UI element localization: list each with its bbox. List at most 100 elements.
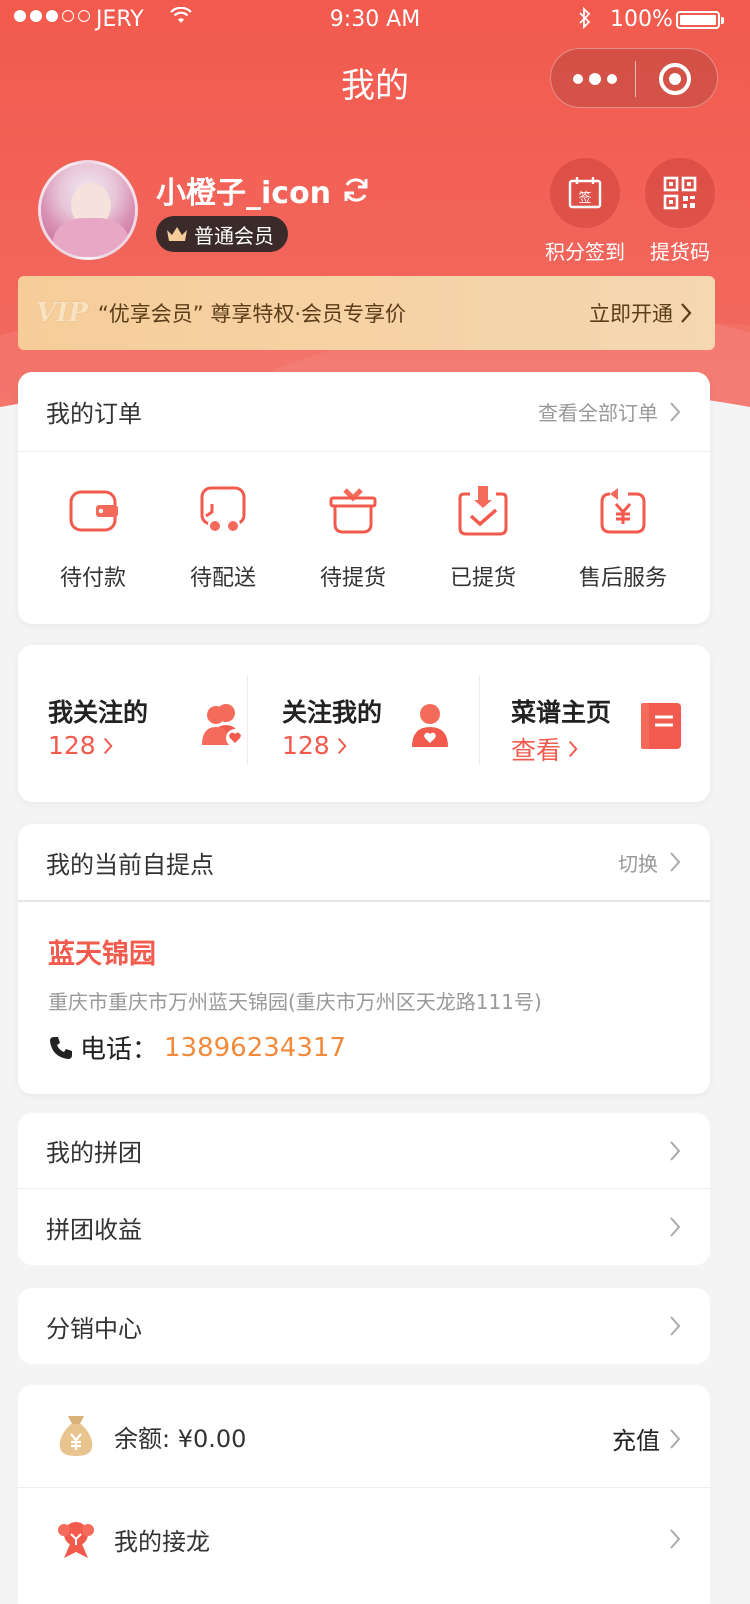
recharge-button[interactable]: 充值 [612, 1421, 682, 1456]
pickup-title: 我的当前自提点 [46, 850, 214, 879]
sign-in-button[interactable]: 签 积分签到 [545, 158, 625, 264]
relay-chevron [668, 1528, 682, 1550]
recipe-view-label: 查看 [511, 736, 562, 765]
money-bag-icon [59, 1416, 93, 1456]
profile-username-row: 小橙子_icon [156, 168, 371, 212]
bluetooth-icon [578, 6, 592, 36]
orders-header: 我的订单 查看全部订单 [18, 372, 710, 452]
vip-banner-text: “优享会员” 尊享特权·会员专享价 [97, 302, 406, 326]
view-all-orders-label: 查看全部订单 [538, 401, 658, 425]
chevron-right-icon [569, 740, 578, 758]
pickup-store-name: 蓝天锦园 [48, 939, 156, 970]
menu-row-label: 分销中心 [46, 1314, 142, 1343]
more-menu-icon[interactable] [571, 67, 619, 91]
group-buy-earnings-row[interactable]: 拼团收益 [18, 1189, 710, 1265]
following-item[interactable]: 我关注的 128 [48, 693, 248, 773]
relay-label: 我的接龙 [114, 1528, 210, 1556]
capsule-divider [635, 61, 636, 97]
pickup-header: 我的当前自提点 切换 [18, 824, 710, 902]
following-count: 128 [48, 731, 96, 760]
gift-box-icon [329, 488, 377, 534]
social-card: 我关注的 128 关注我的 128 菜谱主页 查看 [18, 645, 710, 802]
menu-row-label: 我的拼团 [46, 1139, 142, 1167]
delivery-truck-icon [200, 486, 246, 531]
chevron-right-icon [337, 737, 347, 754]
username: 小橙子_icon [156, 176, 332, 211]
group-buy-menu: 我的拼团 拼团收益 [18, 1113, 710, 1265]
order-pending-delivery[interactable]: 待配送 [158, 484, 288, 592]
pickup-code-label: 提货码 [650, 240, 710, 264]
follower-user-icon [412, 704, 448, 747]
sign-in-calendar-icon: 签 [568, 177, 602, 209]
order-pending-pickup[interactable]: 待提货 [288, 484, 418, 592]
wallet-icon [69, 490, 118, 532]
relay-icon [58, 1521, 94, 1558]
chevron-right-icon [681, 303, 692, 323]
balance-label: 余额: ¥0.00 [114, 1424, 247, 1453]
phone-number-link[interactable]: 13896234317 [164, 1033, 346, 1063]
order-status-label: 售后服务 [578, 566, 667, 591]
vip-banner[interactable]: VIP “优享会员” 尊享特权·会员专享价 立即开通 [18, 276, 715, 350]
order-status-row: 待付款 待配送 待提货 已提货 售后服务 [18, 454, 710, 624]
pickup-phone-row: 电话： 13896234317 [48, 1029, 346, 1066]
balance-row[interactable]: 余额: ¥0.00 充值 [18, 1385, 710, 1488]
distribution-center-row[interactable]: 分销中心 [18, 1288, 710, 1364]
my-group-buy-row[interactable]: 我的拼团 [18, 1113, 710, 1189]
followers-item[interactable]: 关注我的 128 [282, 693, 482, 773]
pickup-code-button[interactable]: 提货码 [645, 158, 715, 264]
chevron-right-icon [670, 401, 681, 422]
order-status-label: 待付款 [59, 566, 126, 591]
battery-percentage: 100% [610, 7, 673, 32]
order-status-label: 已提货 [449, 566, 516, 591]
my-relay-row[interactable]: 我的接龙 [18, 1488, 710, 1591]
following-users-icon [202, 704, 244, 747]
member-level-label: 普通会员 [194, 223, 274, 248]
order-pending-payment[interactable]: 待付款 [28, 484, 158, 592]
close-mini-program-icon[interactable] [659, 63, 691, 95]
switch-pickup-button[interactable]: 切换 [618, 848, 682, 877]
wallet-card: 余额: ¥0.00 充值 我的接龙 [18, 1385, 710, 1604]
chevron-right-icon [670, 1217, 681, 1237]
vip-open-button[interactable]: 立即开通 [589, 298, 693, 328]
vip-open-label: 立即开通 [589, 302, 673, 326]
pickup-point-card: 我的当前自提点 切换 蓝天锦园 重庆市重庆市万州蓝天锦园(重庆市万州区天龙路11… [18, 824, 710, 1094]
member-level-badge: 普通会员 [156, 216, 288, 252]
chevron-right-icon [670, 1529, 681, 1549]
phone-icon [50, 1036, 72, 1059]
refresh-icon[interactable] [341, 175, 371, 205]
order-status-label: 待提货 [319, 566, 386, 591]
received-check-icon [458, 486, 508, 536]
distribution-menu: 分销中心 [18, 1288, 710, 1364]
order-after-sales[interactable]: 售后服务 [558, 484, 688, 592]
chevron-right-icon [103, 737, 113, 754]
mini-program-capsule [550, 48, 718, 108]
recipe-home-item[interactable]: 菜谱主页 查看 [511, 693, 691, 773]
chevron-right-icon [670, 1428, 681, 1449]
svg-text:签: 签 [578, 190, 591, 206]
phone-label: 电话： [80, 1035, 159, 1065]
menu-row-label: 拼团收益 [46, 1215, 142, 1244]
chevron-right-icon [670, 852, 681, 872]
chevron-right-icon [670, 1140, 681, 1161]
chevron-right-icon [670, 1316, 681, 1336]
sign-in-label: 积分签到 [545, 240, 625, 264]
pickup-address: 重庆市重庆市万州蓝天锦园(重庆市万州区天龙路111号) [48, 990, 542, 1014]
followers-count: 128 [282, 731, 330, 760]
qr-code-icon [663, 176, 697, 210]
orders-card: 我的订单 查看全部订单 待付款 待配送 待提货 已提货 售后服务 [18, 372, 710, 624]
recipe-book-icon [641, 703, 681, 749]
vip-logo: VIP [36, 298, 88, 328]
order-picked-up[interactable]: 已提货 [418, 484, 548, 592]
divider [247, 675, 248, 765]
orders-title: 我的订单 [46, 400, 142, 428]
recharge-label: 充值 [612, 1427, 660, 1455]
battery-icon [676, 11, 724, 29]
view-all-orders-link[interactable]: 查看全部订单 [538, 397, 682, 426]
crown-icon [167, 227, 187, 241]
divider [479, 675, 480, 765]
avatar[interactable] [38, 160, 138, 260]
order-status-label: 待配送 [189, 566, 256, 591]
refund-yen-icon [600, 488, 646, 534]
status-bar: JERY 9:30 AM 100% [0, 0, 750, 40]
switch-label: 切换 [618, 851, 658, 876]
